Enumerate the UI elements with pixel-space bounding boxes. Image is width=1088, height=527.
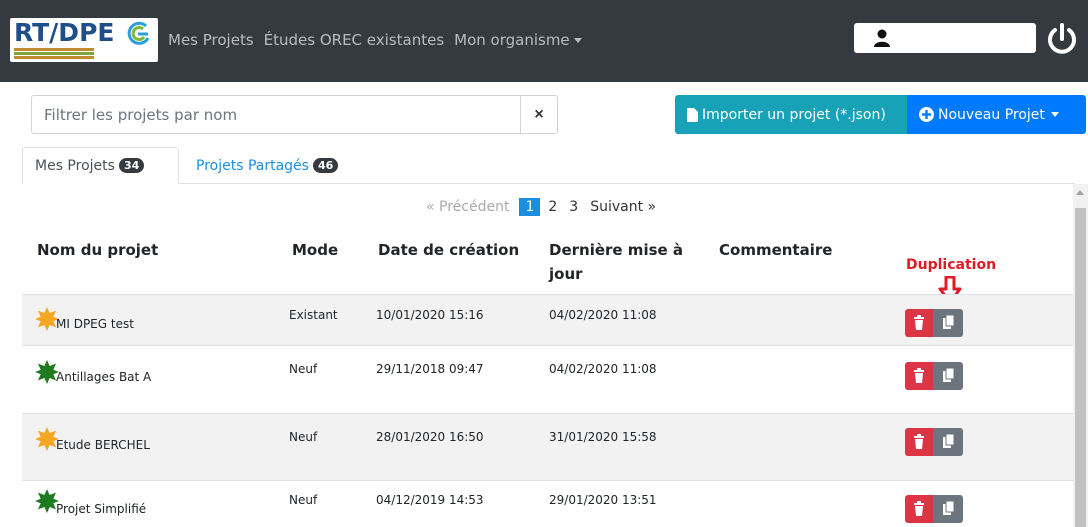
close-icon: × xyxy=(534,105,544,123)
project-updated: 04/02/2020 11:08 xyxy=(549,308,657,322)
tab-projets-partages[interactable]: Projets Partagés 46 xyxy=(184,147,350,184)
duplicate-button[interactable] xyxy=(933,495,963,523)
pagination-page-2[interactable]: 2 xyxy=(548,199,557,215)
user-icon xyxy=(874,29,890,47)
tab-label: Projets Partagés xyxy=(196,157,309,174)
scrollbar-thumb[interactable] xyxy=(1075,208,1086,527)
trash-icon xyxy=(914,501,924,516)
project-mode: Neuf xyxy=(289,493,318,507)
delete-button[interactable] xyxy=(905,309,933,337)
scroll-up-arrow-icon[interactable] xyxy=(1076,190,1084,195)
project-name[interactable]: Etude BERCHEL xyxy=(56,438,150,452)
chevron-down-icon xyxy=(1050,112,1059,117)
tab-mes-projets[interactable]: Mes Projets 34 xyxy=(22,147,179,184)
project-name[interactable]: Projet Simplifié xyxy=(56,502,146,516)
table-row[interactable]: MI DPEG test Existant 10/01/2020 15:16 0… xyxy=(22,294,1073,345)
duplicate-button[interactable] xyxy=(933,362,963,390)
pagination-page-1[interactable]: 1 xyxy=(519,198,541,216)
import-project-label: Importer un projet (*.json) xyxy=(702,106,886,123)
filter-input[interactable] xyxy=(32,96,522,133)
file-icon xyxy=(687,107,698,122)
count-badge: 34 xyxy=(118,158,145,173)
column-header-created: Date de création xyxy=(378,241,520,259)
project-updated: 29/01/2020 13:51 xyxy=(549,493,657,507)
nav-mon-organisme-label: Mon organisme xyxy=(454,31,570,49)
logo-swirl-icon xyxy=(127,21,150,45)
duplicate-button[interactable] xyxy=(933,428,963,456)
clear-filter-button[interactable]: × xyxy=(520,96,557,133)
copy-icon xyxy=(943,314,955,329)
project-mode: Neuf xyxy=(289,430,318,444)
project-updated: 04/02/2020 11:08 xyxy=(549,362,657,376)
project-mode: Existant xyxy=(289,308,338,322)
trash-icon xyxy=(914,315,924,330)
duplicate-button[interactable] xyxy=(933,309,963,337)
power-icon[interactable] xyxy=(1046,22,1078,56)
trash-icon xyxy=(914,434,924,449)
copy-icon xyxy=(943,433,955,448)
project-created: 29/11/2018 09:47 xyxy=(376,362,484,376)
project-name[interactable]: MI DPEG test xyxy=(56,317,134,331)
vertical-scrollbar[interactable] xyxy=(1073,184,1088,527)
logo-tagline xyxy=(14,48,94,51)
plus-circle-icon xyxy=(919,107,934,122)
copy-icon xyxy=(943,500,955,515)
pagination-page-3[interactable]: 3 xyxy=(569,199,578,215)
nav-mes-projets[interactable]: Mes Projets xyxy=(168,31,254,49)
pagination-next[interactable]: Suivant » xyxy=(590,199,656,215)
column-header-mode: Mode xyxy=(292,241,339,259)
import-project-button[interactable]: Importer un projet (*.json) xyxy=(675,95,907,134)
table-row[interactable]: Antillages Bat A Neuf 29/11/2018 09:47 0… xyxy=(22,345,1073,413)
delete-button[interactable] xyxy=(905,428,933,456)
trash-icon xyxy=(914,368,924,383)
nav-mon-organisme-dropdown[interactable]: Mon organisme xyxy=(454,31,582,49)
new-project-label: Nouveau Projet xyxy=(938,106,1045,123)
nav-etudes-orec[interactable]: Études OREC existantes xyxy=(264,31,444,49)
logo-text: RT/DPE xyxy=(14,18,115,47)
pagination: « Précédent 1 2 3 Suivant » xyxy=(426,196,656,218)
duplication-annotation: Duplication xyxy=(906,257,997,273)
project-created: 28/01/2020 16:50 xyxy=(376,430,484,444)
delete-button[interactable] xyxy=(905,495,933,523)
table-row[interactable]: Etude BERCHEL Neuf 28/01/2020 16:50 31/0… xyxy=(22,413,1073,480)
app-logo[interactable]: RT/DPE xyxy=(10,18,158,62)
project-created: 10/01/2020 15:16 xyxy=(376,308,484,322)
user-menu[interactable] xyxy=(854,23,1036,53)
chevron-down-icon xyxy=(573,38,582,43)
main-nav: Mes Projets Études OREC existantes Mon o… xyxy=(168,31,582,49)
copy-icon xyxy=(943,367,955,382)
column-header-name: Nom du projet xyxy=(37,241,159,259)
project-created: 04/12/2019 14:53 xyxy=(376,493,484,507)
pagination-previous[interactable]: « Précédent xyxy=(426,199,509,215)
column-header-updated: Dernière mise à jour xyxy=(549,241,684,283)
delete-button[interactable] xyxy=(905,362,933,390)
count-badge: 46 xyxy=(312,158,339,173)
project-updated: 31/01/2020 15:58 xyxy=(549,430,657,444)
tab-label: Mes Projets xyxy=(35,157,115,174)
project-name[interactable]: Antillages Bat A xyxy=(56,370,151,384)
column-header-comment: Commentaire xyxy=(719,241,833,259)
table-row[interactable]: Projet Simplifié Neuf 04/12/2019 14:53 2… xyxy=(22,480,1073,527)
new-project-button[interactable]: Nouveau Projet xyxy=(907,95,1086,134)
tabs-divider xyxy=(22,183,1075,184)
filter-group: × xyxy=(31,95,558,134)
project-mode: Neuf xyxy=(289,362,318,376)
top-navbar: RT/DPE Mes Projets Études OREC existante… xyxy=(0,0,1088,82)
